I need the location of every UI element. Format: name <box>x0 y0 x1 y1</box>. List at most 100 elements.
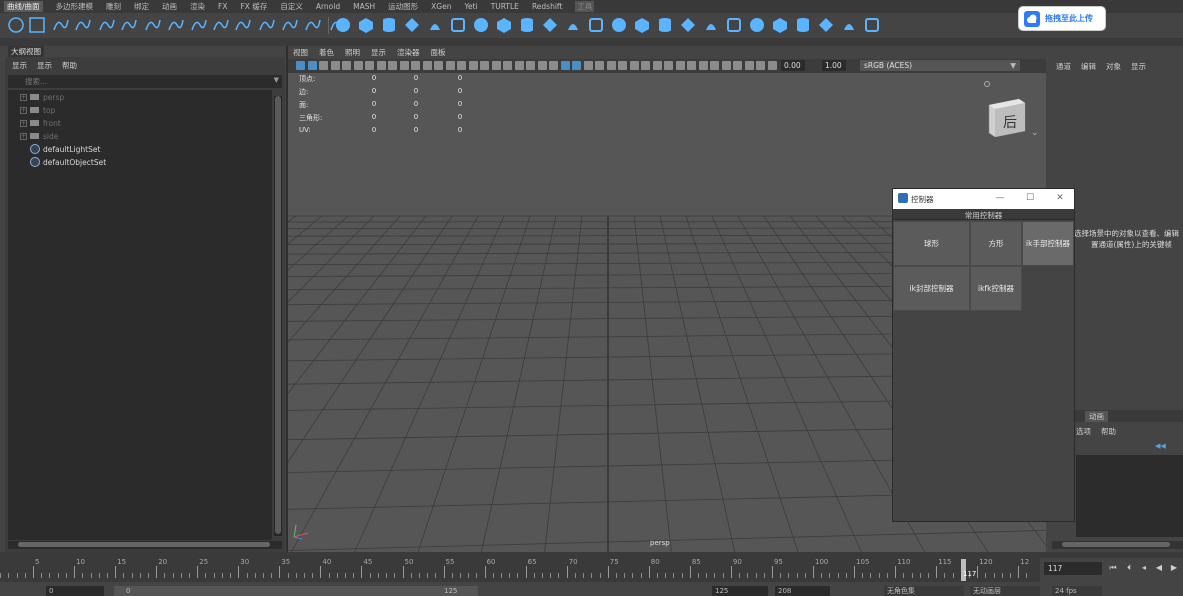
square-tool-icon[interactable] <box>28 16 46 34</box>
tab-animation-layers[interactable]: 动画 <box>1085 411 1108 422</box>
viewport-tool-icon[interactable] <box>515 61 524 70</box>
curve-tool-icon[interactable] <box>212 16 230 34</box>
curve-tool-icon[interactable] <box>98 16 116 34</box>
viewport-tool-icon[interactable] <box>296 61 305 70</box>
polygon-tool-icon[interactable] <box>633 16 651 34</box>
channel-horizontal-scrollbar[interactable] <box>1052 541 1183 549</box>
shelf-tab[interactable]: Arnold <box>316 2 340 11</box>
viewport-tool-icon[interactable] <box>526 61 535 70</box>
scene-end-field[interactable]: 208 <box>775 586 830 596</box>
minimize-button[interactable]: — <box>994 192 1006 204</box>
viewport-tool-icon[interactable] <box>618 61 627 70</box>
outliner-item[interactable]: defaultObjectSet <box>20 156 106 168</box>
step-back-frame-icon[interactable]: ◂ <box>1139 562 1149 573</box>
shelf-tab[interactable]: 动画 <box>162 1 177 12</box>
curve-tool-icon[interactable] <box>52 16 70 34</box>
polygon-tool-icon[interactable] <box>794 16 812 34</box>
outliner-menu-show[interactable]: 显示 <box>37 60 52 71</box>
shelf-tab[interactable]: MASH <box>353 2 375 11</box>
viewport-tool-icon[interactable] <box>653 61 662 70</box>
dialog-title-bar[interactable]: 控制器 — ☐ ✕ <box>893 189 1074 209</box>
close-button[interactable]: ✕ <box>1054 192 1066 204</box>
viewport-tool-icon[interactable] <box>676 61 685 70</box>
shelf-tab[interactable]: FX 缓存 <box>240 1 267 12</box>
polygon-tool-icon[interactable] <box>564 16 582 34</box>
search-dropdown-icon[interactable]: ▼ <box>274 76 279 84</box>
shelf-tab[interactable]: 工具 <box>575 1 595 12</box>
outliner-title[interactable]: 大纲视图 <box>8 46 44 57</box>
outliner-horizontal-scrollbar[interactable] <box>8 541 282 549</box>
viewport-tool-icon[interactable] <box>354 61 363 70</box>
viewport-tool-icon[interactable] <box>664 61 673 70</box>
expand-icon[interactable]: + <box>20 106 27 114</box>
shelf-tab[interactable]: Redshift <box>532 2 562 11</box>
viewport-menu-view[interactable]: 视图 <box>293 47 308 58</box>
viewport-tool-icon[interactable] <box>434 61 443 70</box>
viewport-tool-icon[interactable] <box>538 61 547 70</box>
polygon-tool-icon[interactable] <box>426 16 444 34</box>
viewport-tool-icon[interactable] <box>630 61 639 70</box>
viewport-menu-show[interactable]: 显示 <box>371 47 386 58</box>
viewport-tool-icon[interactable] <box>319 61 328 70</box>
shelf-tab[interactable]: 多边形建模 <box>56 1 94 12</box>
home-view-icon[interactable] <box>983 80 991 88</box>
viewport-tool-icon[interactable] <box>641 61 650 70</box>
curve-tool-icon[interactable] <box>167 16 185 34</box>
polygon-tool-icon[interactable] <box>472 16 490 34</box>
outliner-item[interactable]: + persp <box>20 91 64 103</box>
gamma-field[interactable]: 1.00 <box>822 60 846 71</box>
viewport-tool-icon[interactable] <box>342 61 351 70</box>
polygon-tool-icon[interactable] <box>679 16 697 34</box>
curve-tool-icon[interactable] <box>281 16 299 34</box>
viewport-tool-icon[interactable] <box>745 61 754 70</box>
polygon-tool-icon[interactable] <box>771 16 789 34</box>
viewport-tool-icon[interactable] <box>722 61 731 70</box>
polygon-tool-icon[interactable] <box>725 16 743 34</box>
viewport-tool-icon[interactable] <box>561 61 570 70</box>
playback-end-field[interactable]: 125 <box>712 586 768 596</box>
polygon-tool-icon[interactable] <box>403 16 421 34</box>
shelf-tab[interactable]: 渲染 <box>190 1 205 12</box>
polygon-tool-icon[interactable] <box>357 16 375 34</box>
viewport-tool-icon[interactable] <box>572 61 581 70</box>
outliner-item[interactable]: + top <box>20 104 55 116</box>
sphere-controller-button[interactable]: 球形 <box>893 221 970 266</box>
viewport-tool-icon[interactable] <box>446 61 455 70</box>
ik-hand-controller-button[interactable]: ik手部控制器 <box>1022 221 1074 266</box>
square-controller-button[interactable]: 方形 <box>970 221 1022 266</box>
viewport-tool-icon[interactable] <box>469 61 478 70</box>
viewport-tool-icon[interactable] <box>549 61 558 70</box>
viewport-tool-icon[interactable] <box>480 61 489 70</box>
outliner-search-input[interactable]: 搜索... ▼ <box>8 75 282 88</box>
expand-icon[interactable]: + <box>20 93 27 101</box>
polygon-tool-icon[interactable] <box>748 16 766 34</box>
viewport-tool-icon[interactable] <box>503 61 512 70</box>
viewport-tool-icon[interactable] <box>377 61 386 70</box>
shelf-tab[interactable]: 自定义 <box>280 1 303 12</box>
view-cube[interactable]: 后 ⌄ <box>983 83 1042 142</box>
polygon-tool-icon[interactable] <box>495 16 513 34</box>
shelf-tab[interactable]: FX <box>218 2 227 11</box>
step-back-key-icon[interactable]: ⏴ <box>1124 562 1134 573</box>
polygon-tool-icon[interactable] <box>863 16 881 34</box>
curve-tool-icon[interactable] <box>258 16 276 34</box>
polygon-tool-icon[interactable] <box>656 16 674 34</box>
color-space-select[interactable]: sRGB (ACES) ▼ <box>860 60 1020 71</box>
play-forward-icon[interactable]: ▶ <box>1169 562 1179 573</box>
scene-start-field[interactable]: 0 <box>46 586 104 596</box>
viewport-tool-icon[interactable] <box>699 61 708 70</box>
expand-icon[interactable]: + <box>20 119 27 127</box>
viewport-tool-icon[interactable] <box>687 61 696 70</box>
shelf-tab[interactable]: XGen <box>431 2 451 11</box>
polygon-tool-icon[interactable] <box>817 16 835 34</box>
curve-tool-icon[interactable] <box>234 16 252 34</box>
shelf-tab[interactable]: TURTLE <box>491 2 519 11</box>
viewport-tool-icon[interactable] <box>584 61 593 70</box>
outliner-menu-display[interactable]: 显示 <box>12 60 27 71</box>
viewport-tool-icon[interactable] <box>400 61 409 70</box>
ikfk-controller-button[interactable]: ikfk控制器 <box>970 266 1022 311</box>
outliner-item[interactable]: + side <box>20 130 58 142</box>
current-frame-field[interactable]: 117 <box>1044 562 1102 575</box>
fps-select[interactable]: 24 fps <box>1052 586 1102 596</box>
polygon-tool-icon[interactable] <box>702 16 720 34</box>
